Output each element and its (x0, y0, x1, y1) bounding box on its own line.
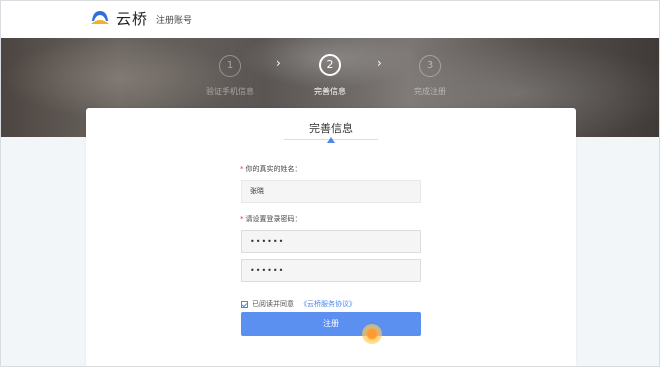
form-card: 完善信息 * 你的真实的姓名： 张晓 * 请设置登录密码： •••••• •••••… (86, 108, 576, 367)
register-button[interactable]: 注册 (241, 312, 421, 336)
password-input[interactable]: •••••• (241, 230, 421, 253)
step-3-circle: 3 (419, 55, 441, 77)
required-star: * (240, 215, 244, 223)
agree-checkbox[interactable] (241, 300, 248, 308)
step-1-label: 验证手机信息 (206, 87, 254, 96)
header: 云桥 注册账号 (0, 0, 660, 38)
name-input[interactable]: 张晓 (241, 180, 421, 203)
chevron-right-icon: › (377, 56, 382, 70)
password-label: * 请设置登录密码： (240, 214, 302, 224)
name-label-text: 你的真实的姓名： (245, 165, 302, 173)
name-label: * 你的真实的姓名： (240, 164, 302, 174)
step-1-circle: 1 (219, 55, 241, 77)
cursor-indicator (362, 324, 382, 344)
cloud-logo-icon (91, 11, 109, 24)
password-label-text: 请设置登录密码： (245, 215, 302, 223)
title-pointer-icon (327, 137, 335, 143)
service-agreement-link[interactable]: 《云桥服务协议》 (300, 299, 356, 309)
form-title: 完善信息 (309, 122, 353, 135)
step-2-circle: 2 (319, 54, 341, 76)
step-3-label: 完成注册 (414, 87, 446, 96)
agree-text: 已阅读并同意 (252, 300, 294, 308)
logo-text: 云桥 (116, 10, 149, 28)
required-star: * (240, 165, 244, 173)
chevron-right-icon: › (276, 56, 281, 70)
step-2-label: 完善信息 (314, 87, 346, 96)
agreement-row: 已阅读并同意 《云桥服务协议》 (241, 299, 356, 309)
page-subtitle: 注册账号 (156, 16, 193, 26)
password-confirm-input[interactable]: •••••• (241, 259, 421, 282)
